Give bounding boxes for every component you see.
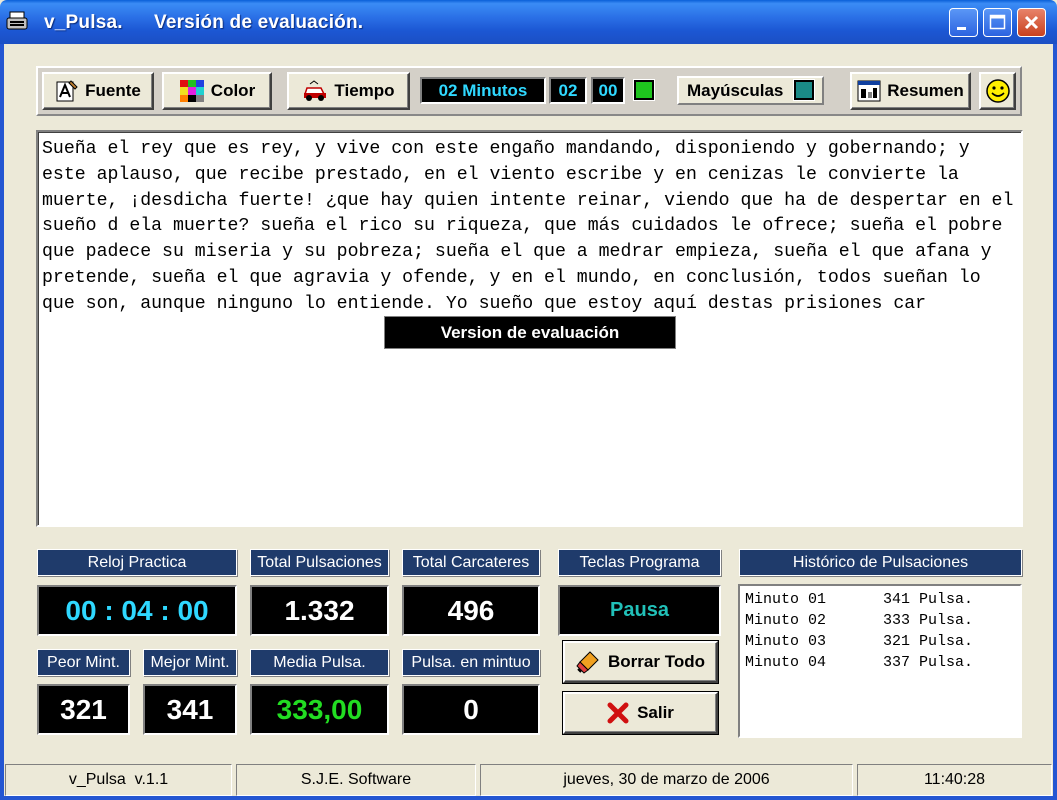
evaluation-banner: Version de evaluación <box>384 316 676 349</box>
summary-button[interactable]: Resumen <box>850 72 971 110</box>
red-x-icon <box>607 702 629 724</box>
per-minute-value: 0 <box>402 684 540 735</box>
palette-icon <box>179 80 204 102</box>
time-button[interactable]: Tiempo <box>287 72 410 110</box>
font-button[interactable]: Fuente <box>42 72 154 110</box>
typewriter-icon <box>6 11 28 30</box>
maximize-icon <box>989 14 1006 30</box>
pause-indicator[interactable]: Pausa <box>558 585 721 636</box>
status-time: 11:40:28 <box>857 764 1052 796</box>
font-icon <box>56 80 78 102</box>
time-label: Tiempo <box>334 81 395 100</box>
history-row: Minuto 02 333 Pulsa. <box>745 612 974 629</box>
total-chars-value: 496 <box>402 585 540 636</box>
worst-minute-header: Peor Mint. <box>37 649 130 676</box>
practice-clock-value: 00 : 04 : 00 <box>37 585 237 636</box>
smiley-icon <box>985 79 1010 103</box>
color-button[interactable]: Color <box>162 72 272 110</box>
clear-all-label: Borrar Todo <box>608 652 705 671</box>
smiley-button[interactable] <box>979 72 1016 110</box>
best-minute-value: 341 <box>143 684 237 735</box>
maximize-button[interactable] <box>983 8 1012 37</box>
car-icon <box>304 80 327 101</box>
total-chars-header: Total Carcateres <box>402 549 540 576</box>
history-list[interactable]: Minuto 01 341 Pulsa. Minuto 02 333 Pulsa. … <box>738 584 1022 738</box>
worst-minute-value: 321 <box>37 684 130 735</box>
caps-label: Mayúsculas <box>687 80 784 100</box>
history-row: Minuto 04 337 Pulsa. <box>745 654 974 671</box>
seconds-value: 00 <box>591 77 625 104</box>
history-header: Histórico de Pulsaciones <box>739 549 1022 576</box>
per-minute-header: Pulsa. en mintuo <box>402 649 540 676</box>
minutes-display: 02 Minutos <box>420 77 546 104</box>
total-keystrokes-value: 1.332 <box>250 585 389 636</box>
status-date: jueves, 30 de marzo de 2006 <box>480 764 853 796</box>
title-bar[interactable]: v_Pulsa. Versión de evaluación. <box>0 0 1057 44</box>
average-value: 333,00 <box>250 684 389 735</box>
status-company: S.J.E. Software <box>236 764 476 796</box>
minimize-icon <box>957 27 966 30</box>
clear-all-button[interactable]: Borrar Todo <box>563 641 718 683</box>
close-button[interactable] <box>1017 8 1046 37</box>
caps-indicator[interactable] <box>794 80 814 100</box>
eraser-brush-icon <box>576 651 599 674</box>
minimize-button[interactable] <box>949 8 978 37</box>
average-header: Media Pulsa. <box>250 649 389 676</box>
exit-label: Salir <box>637 703 674 722</box>
status-version: v_Pulsa v.1.1 <box>5 764 232 796</box>
history-row: Minuto 03 321 Pulsa. <box>745 633 974 650</box>
exit-button[interactable]: Salir <box>563 692 718 734</box>
summary-label: Resumen <box>887 81 964 100</box>
best-minute-header: Mejor Mint. <box>143 649 237 676</box>
close-icon <box>1024 15 1039 30</box>
timer-indicator[interactable] <box>634 80 654 100</box>
total-keystrokes-header: Total Pulsaciones <box>250 549 389 576</box>
practice-clock-header: Reloj Practica <box>37 549 237 576</box>
summary-window-icon <box>857 80 881 102</box>
color-label: Color <box>210 81 256 100</box>
program-keys-header: Teclas Programa <box>558 549 721 576</box>
font-label: Fuente <box>85 81 141 100</box>
minutes-value: 02 <box>549 77 587 104</box>
window-title: v_Pulsa. Versión de evaluación. <box>44 12 364 33</box>
history-row: Minuto 01 341 Pulsa. <box>745 591 974 608</box>
